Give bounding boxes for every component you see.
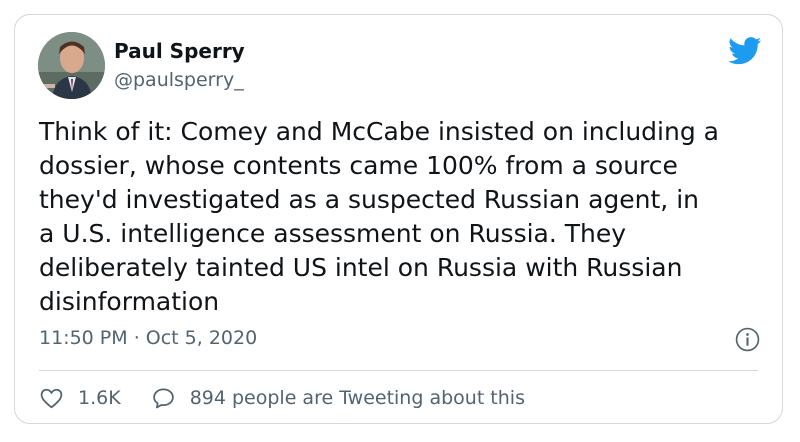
twitter-bird-icon[interactable] xyxy=(728,37,762,65)
like-button[interactable]: 1.6K xyxy=(39,386,121,411)
like-count: 1.6K xyxy=(78,387,121,409)
tweet-text: Think of it: Comey and McCabe insisted o… xyxy=(39,117,719,316)
author-handle[interactable]: @paulsperry_ xyxy=(114,69,244,91)
divider xyxy=(39,370,758,371)
tweet-timestamp: 11:50 PM · Oct 5, 2020 xyxy=(39,327,257,349)
info-icon[interactable] xyxy=(735,327,760,352)
timestamp-separator: · xyxy=(127,327,146,349)
author-name[interactable]: Paul Sperry xyxy=(114,39,245,63)
avatar[interactable] xyxy=(38,32,105,99)
tweeting-link[interactable]: 894 people are Tweeting about this xyxy=(151,386,525,411)
speech-bubble-icon xyxy=(152,387,174,408)
tweet-card: Paul Sperry @paulsperry_ Think of it: Co… xyxy=(14,14,783,424)
avatar-image xyxy=(38,32,105,99)
heart-icon xyxy=(40,388,63,408)
tweet-time[interactable]: 11:50 PM xyxy=(39,327,128,349)
tweet-date[interactable]: Oct 5, 2020 xyxy=(146,327,257,349)
tweet-actions: 1.6K 894 people are Tweeting about this xyxy=(39,383,525,413)
tweeting-label: 894 people are Tweeting about this xyxy=(189,387,525,409)
